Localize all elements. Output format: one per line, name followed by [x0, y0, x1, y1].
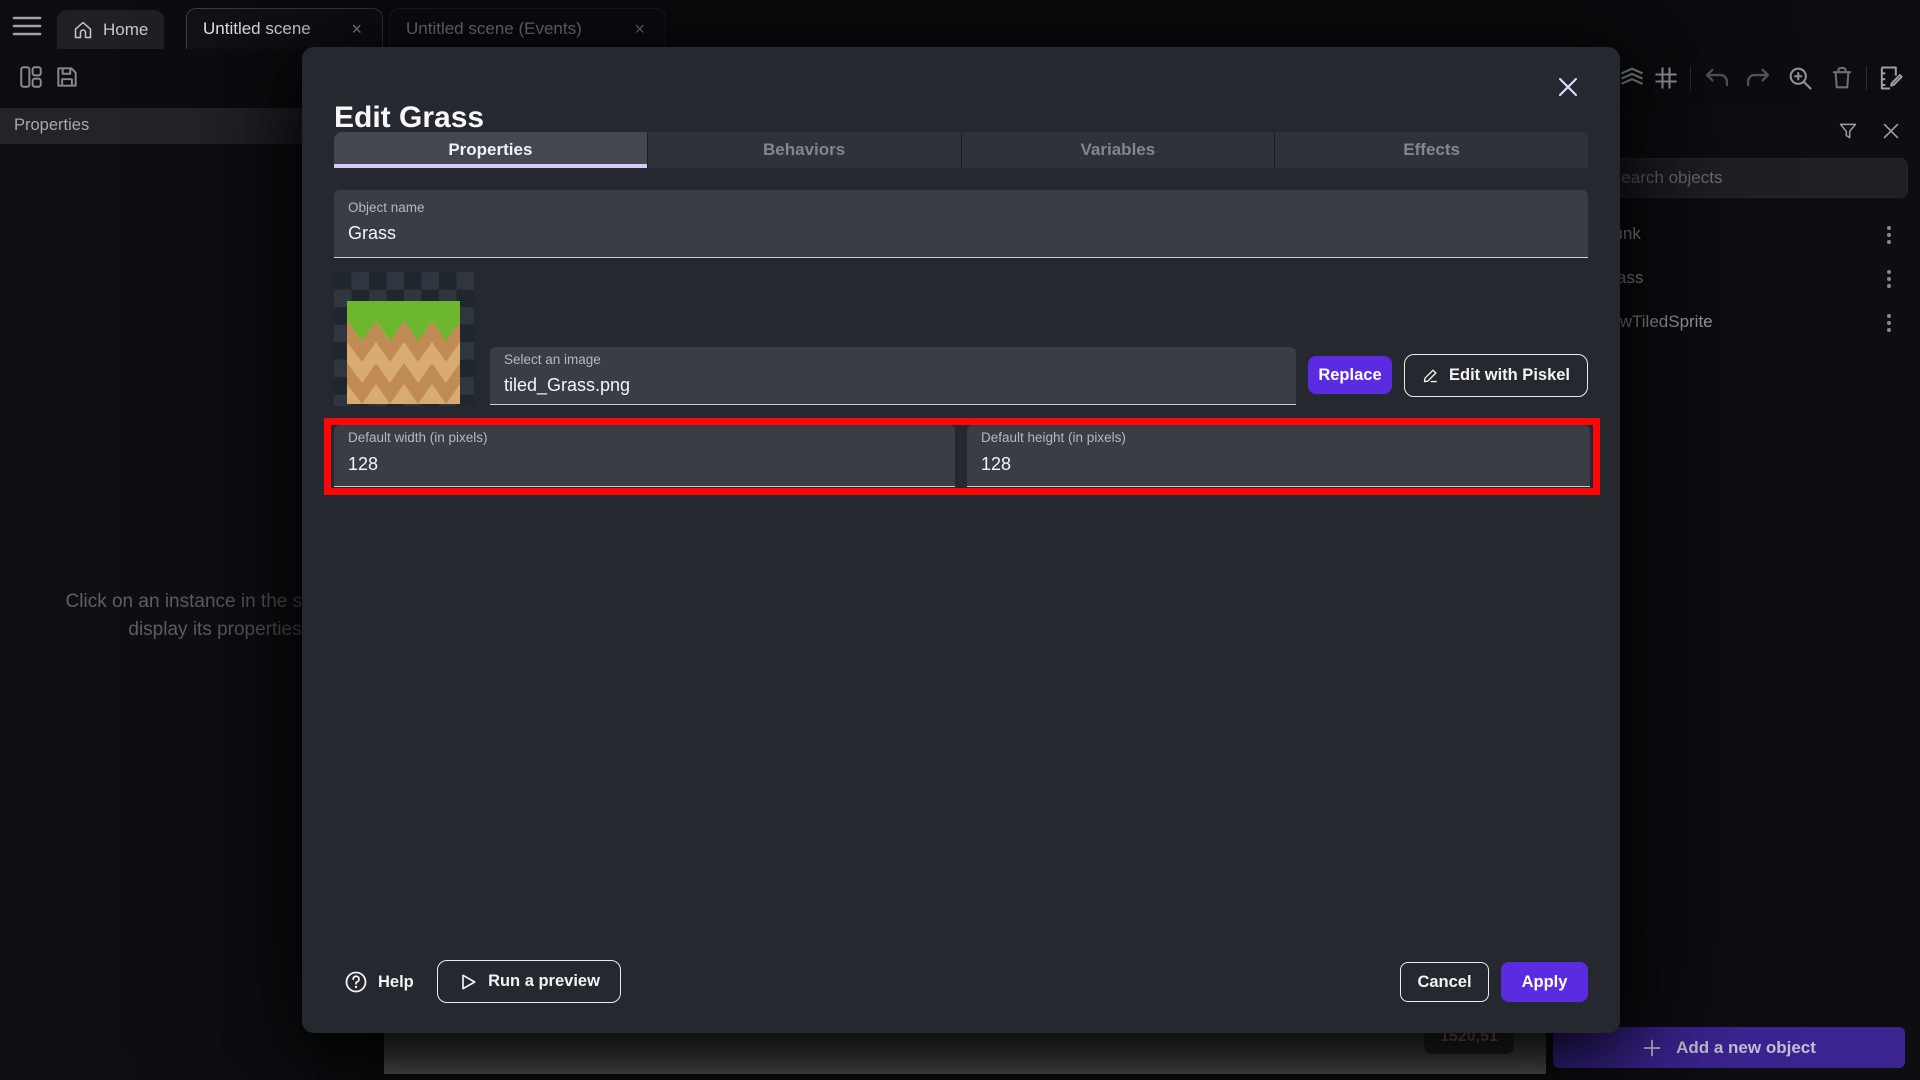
- edit-scene-properties-button[interactable]: [1876, 64, 1904, 92]
- close-tab-icon[interactable]: ×: [347, 18, 366, 40]
- run-preview-label: Run a preview: [488, 972, 600, 991]
- kebab-icon: [1880, 222, 1898, 248]
- object-list-item-newtiledsprite[interactable]: NewTiledSprite: [1588, 302, 1920, 344]
- select-image-field[interactable]: Select an image: [490, 347, 1296, 405]
- dialog-tab-bar: Properties Behaviors Variables Effects: [334, 132, 1588, 168]
- tab-home[interactable]: Home: [57, 10, 164, 49]
- notebook-edit-icon: [1876, 64, 1904, 92]
- trash-icon: [1828, 64, 1856, 92]
- default-width-label: Default width (in pixels): [348, 430, 488, 445]
- main-menu-button[interactable]: [12, 14, 42, 38]
- dialog-title: Edit Grass: [334, 101, 484, 135]
- default-height-field: Default height (in pixels): [967, 425, 1590, 487]
- run-preview-button[interactable]: Run a preview: [437, 960, 621, 1003]
- tab-label: Variables: [1081, 140, 1156, 160]
- close-icon: [1556, 75, 1580, 99]
- object-list-item-grass[interactable]: Grass: [1588, 258, 1920, 300]
- tab-events-label: Untitled scene (Events): [406, 19, 582, 39]
- redo-icon: [1744, 64, 1772, 92]
- objects-panel: Trunk Grass NewTiledSprite: [1588, 108, 1920, 1080]
- layers-icon: [1618, 64, 1646, 92]
- replace-image-button[interactable]: Replace: [1308, 356, 1392, 394]
- default-width-input[interactable]: [348, 451, 945, 477]
- tab-behaviors[interactable]: Behaviors: [648, 132, 962, 168]
- zoom-in-icon: [1786, 64, 1814, 92]
- close-panel-button[interactable]: [1880, 120, 1902, 142]
- toggle-panels-button[interactable]: [18, 64, 46, 92]
- undo-icon: [1703, 64, 1731, 92]
- tab-properties[interactable]: Properties: [334, 132, 648, 168]
- object-list-item-trunk[interactable]: Trunk: [1588, 214, 1920, 256]
- tab-home-label: Home: [103, 20, 148, 40]
- tab-label: Behaviors: [763, 140, 845, 160]
- edit-object-dialog: Edit Grass Properties Behaviors Variable…: [302, 47, 1620, 1033]
- kebab-icon: [1880, 310, 1898, 336]
- tab-label: Effects: [1403, 140, 1460, 160]
- cancel-button-label: Cancel: [1417, 973, 1471, 992]
- close-icon: [1880, 120, 1902, 142]
- edit-with-piskel-button[interactable]: Edit with Piskel: [1404, 354, 1588, 397]
- object-name-field: Object name: [334, 190, 1588, 258]
- undo-button[interactable]: [1703, 64, 1731, 92]
- default-height-input[interactable]: [981, 451, 1580, 477]
- kebab-icon: [1880, 266, 1898, 292]
- plus-icon: [1642, 1038, 1662, 1058]
- objects-panel-header: [1588, 112, 1920, 146]
- grid-icon: [1652, 64, 1680, 92]
- tab-scene-label: Untitled scene: [203, 19, 311, 39]
- close-tab-icon[interactable]: ×: [630, 18, 649, 40]
- object-menu-button[interactable]: [1880, 266, 1898, 292]
- objects-search-box: [1592, 158, 1908, 198]
- object-name-input[interactable]: [348, 220, 1578, 246]
- pencil-icon: [1422, 367, 1439, 384]
- play-icon: [458, 972, 478, 992]
- filter-button[interactable]: [1838, 120, 1858, 142]
- toolbar-divider: [1866, 66, 1867, 90]
- tab-effects[interactable]: Effects: [1275, 132, 1588, 168]
- object-name-field-label: Object name: [348, 200, 425, 215]
- object-menu-button[interactable]: [1880, 310, 1898, 336]
- default-width-field: Default width (in pixels): [334, 425, 955, 487]
- tab-untitled-scene-events[interactable]: Untitled scene (Events) ×: [389, 8, 666, 49]
- save-icon: [54, 64, 80, 90]
- select-image-input[interactable]: [504, 372, 1286, 398]
- grass-tile-image: [347, 301, 460, 404]
- tab-label: Properties: [448, 140, 532, 160]
- save-project-button[interactable]: [54, 64, 82, 92]
- delete-button[interactable]: [1828, 64, 1856, 92]
- close-dialog-button[interactable]: [1556, 75, 1580, 99]
- home-icon: [73, 20, 93, 40]
- toolbar-divider: [1690, 66, 1691, 90]
- help-icon: [344, 970, 368, 994]
- help-button[interactable]: Help: [336, 962, 422, 1002]
- hamburger-icon: [12, 14, 42, 38]
- add-new-object-button[interactable]: Add a new object: [1553, 1027, 1905, 1068]
- apply-button[interactable]: Apply: [1501, 962, 1588, 1002]
- piskel-button-label: Edit with Piskel: [1449, 366, 1570, 385]
- grid-button[interactable]: [1652, 64, 1680, 92]
- layers-button[interactable]: [1618, 64, 1646, 92]
- objects-search-input[interactable]: [1593, 159, 1907, 197]
- redo-button[interactable]: [1744, 64, 1772, 92]
- add-new-object-label: Add a new object: [1676, 1038, 1816, 1058]
- cancel-button[interactable]: Cancel: [1400, 962, 1489, 1002]
- tab-untitled-scene[interactable]: Untitled scene ×: [186, 8, 383, 49]
- filter-icon: [1838, 120, 1858, 142]
- replace-button-label: Replace: [1318, 366, 1381, 385]
- properties-panel-title: Properties: [14, 116, 89, 135]
- select-image-field-label: Select an image: [504, 352, 601, 367]
- apply-button-label: Apply: [1522, 973, 1568, 992]
- panels-icon: [18, 64, 44, 90]
- object-menu-button[interactable]: [1880, 222, 1898, 248]
- object-image-thumbnail[interactable]: [334, 272, 474, 406]
- help-button-label: Help: [378, 973, 414, 992]
- properties-panel-header: Properties: [0, 108, 316, 144]
- tab-variables[interactable]: Variables: [962, 132, 1276, 168]
- default-height-label: Default height (in pixels): [981, 430, 1126, 445]
- zoom-in-button[interactable]: [1786, 64, 1814, 92]
